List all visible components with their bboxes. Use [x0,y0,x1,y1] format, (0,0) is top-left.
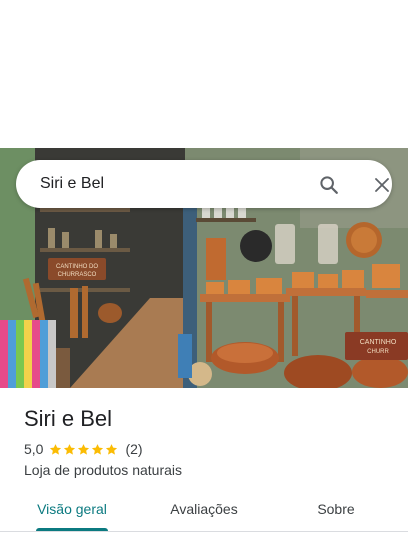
svg-text:CHURRASCO: CHURRASCO [58,272,97,278]
tab-reviews[interactable]: Avaliações [156,494,252,528]
rating-value: 5,0 [24,441,44,457]
search-bar[interactable]: Siri e Bel [16,160,392,208]
tabs-divider [0,531,408,532]
star-icon [78,443,90,455]
star-icon [106,443,118,455]
close-icon [375,178,389,192]
place-tabs: Visão geral Avaliações Sobre [0,494,408,536]
rating-row[interactable]: 5,0 (2) [24,440,143,458]
star-rating [49,443,119,456]
star-icon [50,443,62,455]
tab-about[interactable]: Sobre [288,494,384,528]
search-icon [320,176,338,194]
search-query[interactable]: Siri e Bel [40,174,104,194]
place-category[interactable]: Loja de produtos naturais [24,461,182,479]
hero-sign-left: CANTINHO DO [56,264,98,270]
star-icon [92,443,104,455]
review-count[interactable]: (2) [125,441,142,457]
star-icon [64,443,76,455]
tab-overview[interactable]: Visão geral [24,494,120,528]
search-button[interactable] [316,172,342,198]
hero-sign-right: CANTINHO [360,339,397,346]
svg-text:CHURR: CHURR [367,349,389,355]
place-name: Siri e Bel [24,406,113,431]
place-screen: CANTINHO DO CHURRASCO CANTINHO CHURR Sir… [0,0,408,536]
close-button[interactable] [369,172,395,198]
